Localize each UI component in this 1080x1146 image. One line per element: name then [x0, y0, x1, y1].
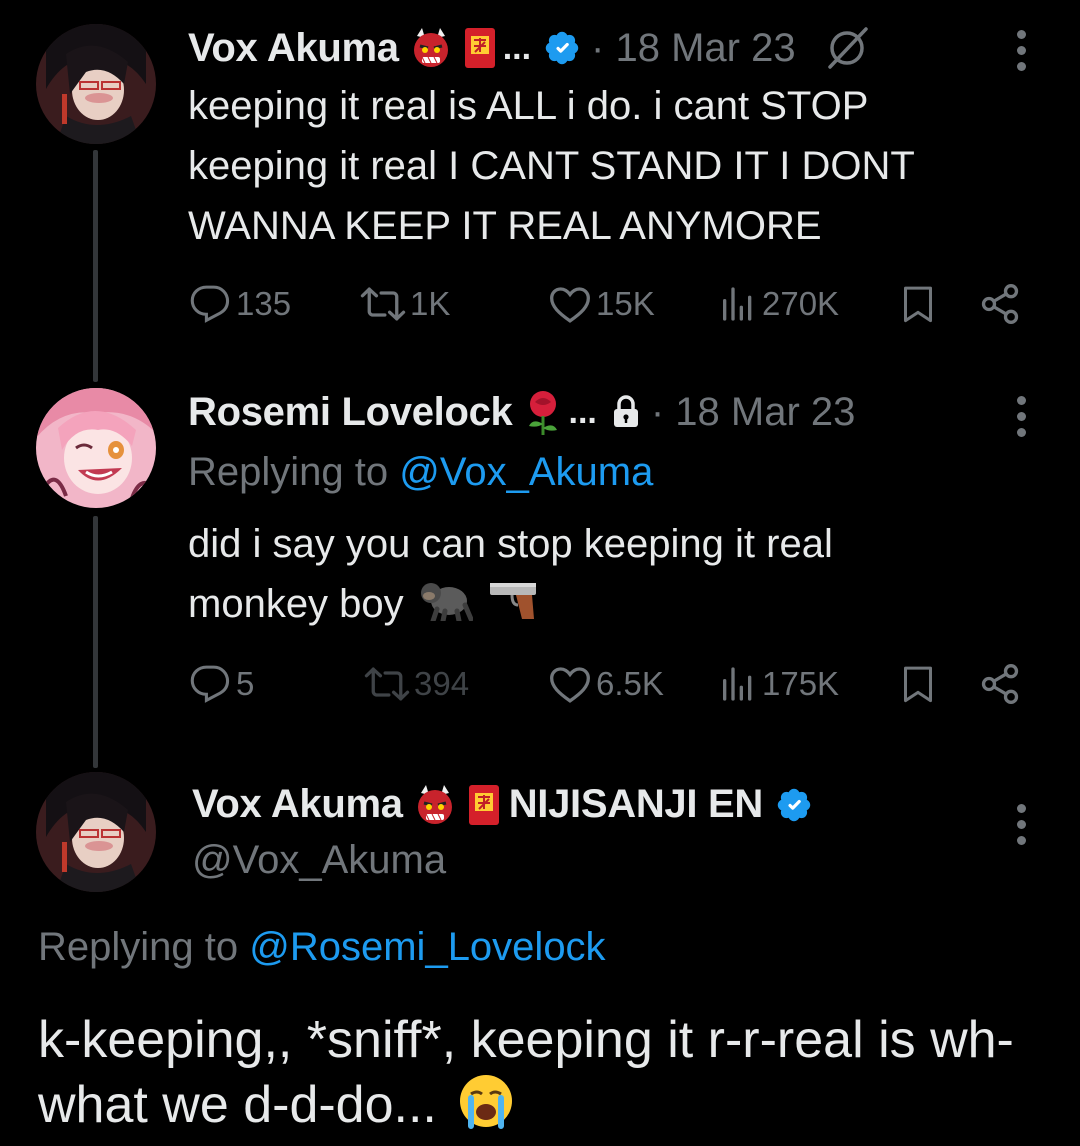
gorilla-emoji: [419, 575, 474, 638]
tweet-1-text: keeping it real is ALL i do. i cant STOP…: [188, 84, 915, 248]
display-name[interactable]: Vox Akuma: [188, 26, 399, 71]
more-icon[interactable]: [1006, 396, 1036, 437]
pistol-emoji: [484, 575, 538, 638]
grok-slash-icon[interactable]: [824, 25, 870, 71]
views-button[interactable]: 175K: [718, 660, 839, 708]
retweet-icon: [364, 667, 410, 701]
main-tweet-handle[interactable]: @Vox_Akuma: [192, 838, 446, 883]
bookmark-button[interactable]: [898, 280, 938, 328]
views-icon: [723, 667, 752, 701]
retweet-count: 1K: [410, 285, 451, 322]
share-button[interactable]: [978, 660, 1022, 708]
display-name[interactable]: Rosemi Lovelock: [188, 390, 513, 435]
like-button[interactable]: 15K: [548, 280, 655, 328]
name-truncation: ...: [568, 392, 597, 431]
display-name[interactable]: Vox Akuma: [192, 782, 403, 827]
replying-handle-link[interactable]: @Vox_Akuma: [399, 450, 653, 494]
share-button[interactable]: [978, 280, 1022, 328]
main-replying-to: Replying to @Rosemi_Lovelock: [38, 925, 606, 970]
retweet-button[interactable]: 394: [364, 660, 469, 708]
reply-count: 5: [236, 665, 255, 702]
like-count: 15K: [596, 285, 655, 322]
views-count: 175K: [762, 665, 840, 702]
like-icon: [550, 287, 590, 323]
replying-handle-link[interactable]: @Rosemi_Lovelock: [249, 925, 605, 969]
bookmark-button[interactable]: [898, 660, 938, 708]
name-truncation: ...: [502, 28, 532, 67]
replying-prefix: Replying to: [38, 925, 239, 969]
bookmark-icon: [904, 286, 932, 323]
reply-count: 135: [236, 285, 292, 322]
main-tweet-text-content: k-keeping,, *sniff*, keeping it r-r-real…: [38, 1011, 1014, 1135]
tweet-1-actions: 135 1K 15K 270K: [188, 280, 1028, 328]
like-icon: [550, 667, 590, 703]
tweet-date[interactable]: · 18 Mar 23: [651, 390, 856, 435]
retweet-count: 394: [414, 665, 470, 702]
affiliation: NIJISANJI EN: [508, 782, 764, 826]
lock-icon: [611, 395, 641, 429]
tweet-2-text: did i say you can stop keeping it real m…: [188, 514, 968, 638]
reply-icon: [190, 665, 230, 703]
retweet-icon: [360, 287, 406, 321]
tweet-1-header: Vox Akuma ... · 18 Mar 23: [188, 20, 870, 76]
retweet-button[interactable]: 1K: [360, 280, 450, 328]
rose-emoji: [523, 388, 563, 436]
views-icon: [723, 287, 752, 321]
more-icon[interactable]: [1006, 30, 1036, 71]
thread-line-2: [93, 516, 98, 768]
tweet-date[interactable]: · 18 Mar 23: [591, 26, 796, 71]
avatar-vox-1[interactable]: [36, 24, 156, 144]
verified-badge-icon: [543, 29, 581, 67]
replying-prefix: Replying to: [188, 450, 389, 494]
avatar-rosemi[interactable]: [36, 388, 156, 508]
more-icon[interactable]: [1006, 804, 1036, 845]
like-count: 6.5K: [596, 665, 664, 702]
reply-button[interactable]: 135: [188, 280, 291, 328]
share-icon: [981, 284, 1019, 324]
crying-face-emoji: [457, 1072, 515, 1145]
replying-to: Replying to @Vox_Akuma: [188, 450, 653, 495]
avatar-vox-main[interactable]: [36, 772, 156, 892]
like-button[interactable]: 6.5K: [548, 660, 664, 708]
thread-line-1: [93, 150, 98, 382]
tweet-2-actions: 5 394 6.5K 175K: [188, 660, 1028, 708]
share-icon: [981, 664, 1019, 704]
verified-badge-icon: [775, 786, 813, 824]
tweet-2-header: Rosemi Lovelock ... · 18 Mar 23: [188, 384, 855, 440]
ogre-emoji: [413, 783, 457, 827]
reply-icon: [190, 285, 230, 323]
main-tweet-text: k-keeping,, *sniff*, keeping it r-r-real…: [38, 1008, 1048, 1145]
reply-button[interactable]: 5: [188, 660, 254, 708]
main-tweet-header: Vox Akuma NIJISANJI EN: [192, 782, 813, 827]
bookmark-icon: [904, 666, 932, 703]
views-button[interactable]: 270K: [718, 280, 839, 328]
ogre-emoji: [409, 26, 453, 70]
views-count: 270K: [762, 285, 840, 322]
red-envelope-emoji: [463, 26, 497, 70]
red-envelope-emoji: [467, 783, 501, 827]
